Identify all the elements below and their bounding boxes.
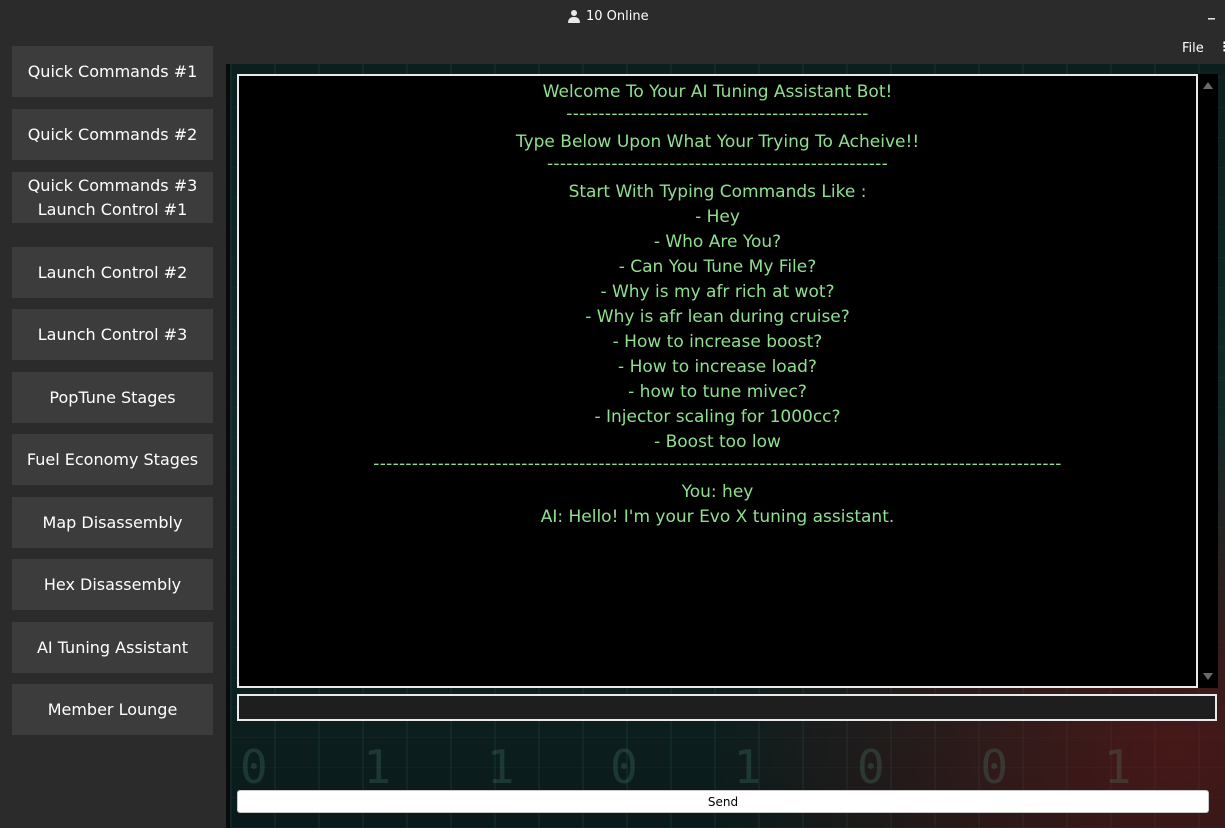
chat-line: Type Below Upon What Your Trying To Ache…: [515, 132, 920, 152]
title-bar: 10 Online _: [0, 0, 1225, 36]
sidebar-item-poptune-stages[interactable]: PopTune Stages: [12, 372, 213, 423]
user-icon: [568, 10, 580, 23]
chat-line: - how to tune mivec?: [628, 382, 807, 402]
chat-output[interactable]: Welcome To Your AI Tuning Assistant Bot!…: [237, 74, 1198, 688]
chat-divider: ----------------------------------------…: [566, 105, 869, 124]
scroll-down-arrow-icon[interactable]: [1203, 673, 1213, 680]
chat-line: - Can You Tune My File?: [618, 257, 817, 277]
sidebar-item-quick-commands-2[interactable]: Quick Commands #2: [12, 109, 213, 160]
chat-divider: ----------------------------------------…: [373, 455, 1062, 474]
online-status: 10 Online: [568, 9, 649, 24]
sidebar-item-launch-control-2[interactable]: Launch Control #2: [12, 247, 213, 298]
sidebar-item-launch-control-3[interactable]: Launch Control #3: [12, 309, 213, 360]
sidebar-item-member-lounge[interactable]: Member Lounge: [12, 684, 213, 735]
chat-scrollbar[interactable]: [1198, 74, 1218, 688]
sidebar-item-map-disassembly[interactable]: Map Disassembly: [12, 497, 213, 548]
chat-line: - How to increase boost?: [612, 332, 823, 352]
chat-input[interactable]: [237, 694, 1217, 721]
chat-line: - How to increase load?: [618, 357, 817, 377]
sidebar: Quick Commands #1 Quick Commands #2 Quic…: [0, 36, 226, 828]
minimize-button[interactable]: _: [1208, 4, 1215, 20]
chat-line: - Why is my afr rich at wot?: [600, 282, 835, 302]
chat-message-user: You: hey: [681, 482, 754, 502]
chat-line: Welcome To Your AI Tuning Assistant Bot!: [542, 82, 893, 102]
more-menu-icon[interactable]: ⋮: [1218, 40, 1225, 55]
send-button[interactable]: Send: [237, 790, 1209, 813]
chat-line: Start With Typing Commands Like :: [568, 182, 867, 202]
chat-line: - Who Are You?: [653, 232, 782, 252]
chat-divider: ----------------------------------------…: [546, 155, 889, 174]
sidebar-item-quick-commands-1[interactable]: Quick Commands #1: [12, 46, 213, 97]
file-menu[interactable]: File: [1182, 41, 1204, 56]
chat-line: - Boost too low: [654, 432, 781, 452]
sidebar-item-ai-tuning-assistant[interactable]: AI Tuning Assistant: [12, 622, 213, 673]
menu-bar: File ⋮: [228, 36, 1225, 64]
sidebar-item-fuel-economy-stages[interactable]: Fuel Economy Stages: [12, 434, 213, 485]
chat-line: - Injector scaling for 1000cc?: [594, 407, 841, 427]
chat-message-ai: AI: Hello! I'm your Evo X tuning assista…: [540, 507, 895, 527]
chat-line: - Why is afr lean during cruise?: [585, 307, 850, 327]
online-count-label: 10 Online: [586, 9, 649, 24]
sidebar-item-hex-disassembly[interactable]: Hex Disassembly: [12, 559, 213, 610]
sidebar-item-quick-commands-3[interactable]: Quick Commands #3 Launch Control #1: [12, 172, 213, 223]
scroll-up-arrow-icon[interactable]: [1203, 82, 1213, 89]
chat-line: - Hey: [695, 207, 740, 227]
